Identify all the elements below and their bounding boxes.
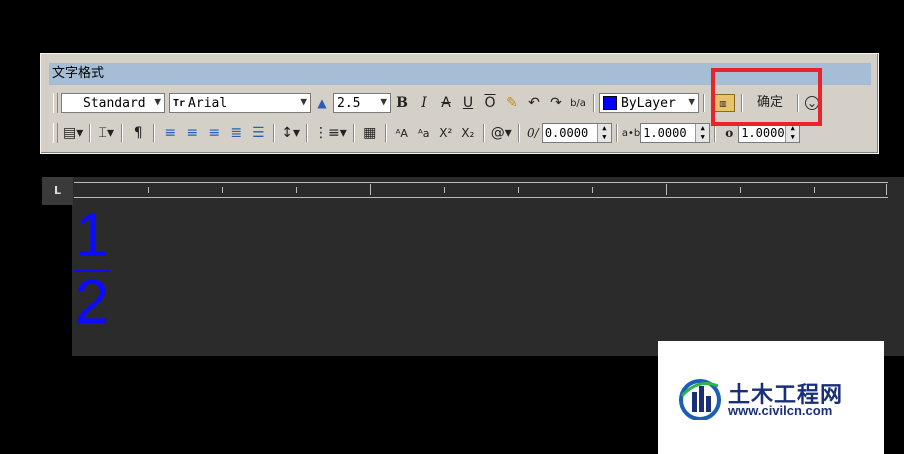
mtext-editor-area[interactable] [72,205,904,356]
separator [384,124,387,142]
style-select[interactable]: Standard ▼ [61,93,165,113]
toolbar-row-2: ▤▾ ⌶▾ ¶ ≡ ≡ ≡ ≣ ☰ ↕▾ ⋮≡▾ ▦ ᴬA ᴬa X² X₂ @… [50,121,801,145]
toolbar-row-1: Standard ▼ Tr Arial ▼ ▲ 2.5 ▼ B I A U O … [50,91,821,115]
separator [153,124,156,142]
separator [517,124,520,142]
ruler-tick [886,184,887,195]
overline-button[interactable]: O [481,93,499,113]
annotation-highlight-box [711,68,822,126]
chevron-down-icon: ▼ [688,95,695,108]
bold-button[interactable]: B [393,93,411,113]
fraction-denominator: 2 [74,268,110,337]
separator [121,124,124,142]
ruler-tick [148,187,149,193]
separator [89,124,92,142]
ruler-tick [592,187,593,193]
chevron-down-icon: ▼ [380,95,387,108]
separator [593,94,595,112]
annotative-icon[interactable]: ▲ [313,93,331,113]
paragraph-icon[interactable]: ¶ [129,123,147,143]
oblique-icon: 0/ [526,126,539,140]
strikethrough-button[interactable]: A [437,93,455,113]
width-factor-spinner[interactable]: 1.0000 ▲ ▼ [738,123,801,143]
undo-icon[interactable]: ↶ [525,93,543,113]
separator [615,124,618,142]
color-select[interactable]: ByLayer ▼ [599,93,699,113]
subscript-icon[interactable]: X₂ [459,123,477,143]
color-select-value: ByLayer [621,95,676,111]
ruler-tick [814,187,815,193]
font-select-value: Arial [188,95,228,111]
mtext-justification-icon[interactable]: ⌶▾ [97,123,115,143]
ruler-tick [666,184,667,195]
italic-button[interactable]: I [415,93,433,113]
ruler-tick [222,187,223,193]
civilcn-logo-icon [679,379,721,420]
text-height-value: 2.5 [337,95,361,111]
ruler-tick [444,187,445,193]
truetype-icon: Tr [173,97,186,109]
stack-button[interactable]: b/a [569,93,587,113]
tab-stop-corner[interactable]: L [42,177,73,205]
width-factor-value: 1.0000 [741,126,785,140]
fraction-numerator: 1 [74,201,110,270]
text-height-select[interactable]: 2.5 ▼ [333,93,391,113]
ruler-tick [296,187,297,193]
justify-icon[interactable]: ≣ [227,123,245,143]
color-swatch [603,96,617,110]
align-left-icon[interactable]: ≡ [161,123,179,143]
style-select-value: Standard [83,95,146,111]
spinner-arrows[interactable]: ▲ ▼ [785,124,800,142]
underline-button[interactable]: U [459,93,477,113]
chevron-down-icon: ▼ [154,95,161,108]
ruler-tick [370,184,371,195]
chevron-down-icon: ▼ [300,95,307,108]
grip-handle[interactable] [53,93,58,113]
oblique-angle-spinner[interactable]: 0.0000 ▲ ▼ [541,123,612,143]
ruler-tick [740,187,741,193]
align-right-icon[interactable]: ≡ [205,123,223,143]
oblique-angle-value: 0.0000 [544,126,589,140]
font-select[interactable]: Tr Arial ▼ [169,93,311,113]
separator [714,124,717,142]
watermark-logo: 土木工程网 www.civilcn.com [658,341,884,454]
lowercase-icon[interactable]: ᴬa [415,123,433,143]
separator [273,124,276,142]
grip-handle[interactable] [53,123,58,143]
spinner-arrows[interactable]: ▲ ▼ [695,124,710,142]
separator [482,124,485,142]
stacked-fraction[interactable]: 1 2 [72,205,112,334]
width-factor-icon: o [725,126,734,140]
separator [306,124,309,142]
watermark-url: www.civilcn.com [728,403,833,418]
mtext-ruler[interactable]: L [42,177,904,205]
line-spacing-icon[interactable]: ↕▾ [281,123,300,143]
symbol-button[interactable]: @ ▾ [491,123,512,143]
separator [703,94,705,112]
tracking-spinner[interactable]: 1.0000 ▲ ▼ [640,123,711,143]
columns-icon[interactable]: ▤▾ [63,123,83,143]
match-properties-icon[interactable]: ✎ [503,93,521,113]
separator [352,124,355,142]
ruler-tick [518,187,519,193]
redo-icon[interactable]: ↷ [547,93,565,113]
ruler-scale [74,182,888,198]
tracking-icon: a•b [621,127,641,139]
at-symbol-icon: @ [490,125,505,141]
uppercase-icon[interactable]: ᴬA [393,123,411,143]
insert-field-icon[interactable]: ▦ [361,123,379,143]
tracking-value: 1.0000 [643,126,687,140]
numbering-icon[interactable]: ⋮≡▾ [314,123,347,143]
align-center-icon[interactable]: ≡ [183,123,201,143]
spinner-arrows[interactable]: ▲ ▼ [596,124,611,142]
distribute-icon[interactable]: ☰ [249,123,267,143]
superscript-icon[interactable]: X² [437,123,455,143]
